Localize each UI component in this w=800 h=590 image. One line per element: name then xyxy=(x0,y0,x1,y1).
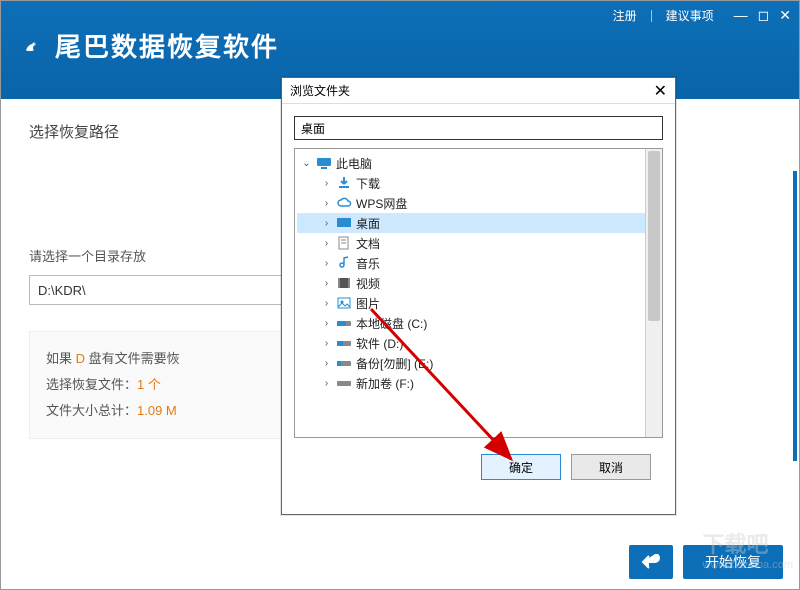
chevron-right-icon[interactable]: › xyxy=(321,298,332,309)
chevron-right-icon[interactable]: › xyxy=(321,278,332,289)
window-buttons: — ◻ ✕ xyxy=(734,7,791,24)
music-icon xyxy=(336,255,352,271)
tree-label: 图片 xyxy=(356,295,380,312)
tree-node-computer[interactable]: ⌄ 此电脑 xyxy=(297,153,660,173)
tree-node-video[interactable]: › 视频 xyxy=(297,273,660,293)
tree-label: 新加卷 (F:) xyxy=(356,375,414,392)
chevron-right-icon[interactable]: › xyxy=(321,198,332,209)
chevron-down-icon[interactable]: ⌄ xyxy=(301,158,312,169)
cancel-button[interactable]: 取消 xyxy=(571,454,651,480)
folder-tree[interactable]: ⌄ 此电脑 › 下载 › WPS网盘 › 桌面 › 文 xyxy=(294,148,663,438)
computer-icon xyxy=(316,155,332,171)
right-accent-strip xyxy=(793,171,797,461)
dialog-header: 浏览文件夹 ✕ xyxy=(282,78,675,104)
video-icon xyxy=(336,275,352,291)
chevron-right-icon[interactable]: › xyxy=(321,258,332,269)
drive-icon xyxy=(336,355,352,371)
register-link[interactable]: 注册 xyxy=(613,7,637,24)
tree-label: 备份[勿删] (E:) xyxy=(356,355,433,372)
download-icon xyxy=(336,175,352,191)
tree-node-music[interactable]: › 音乐 xyxy=(297,253,660,273)
suggestions-link[interactable]: 建议事项 xyxy=(666,7,714,24)
dialog-title: 浏览文件夹 xyxy=(290,82,350,99)
drive-icon xyxy=(336,315,352,331)
tree-label: 音乐 xyxy=(356,255,380,272)
ok-button[interactable]: 确定 xyxy=(481,454,561,480)
drive-icon xyxy=(336,375,352,391)
scrollbar-thumb[interactable] xyxy=(648,151,660,321)
menu-separator xyxy=(651,10,652,22)
dialog-footer: 确定 取消 xyxy=(294,454,663,480)
tree-node-disk-e[interactable]: › 备份[勿删] (E:) xyxy=(297,353,660,373)
maximize-icon[interactable]: ◻ xyxy=(758,7,770,24)
tree-node-disk-f[interactable]: › 新加卷 (F:) xyxy=(297,373,660,393)
chevron-right-icon[interactable]: › xyxy=(321,358,332,369)
selected-path-text: 桌面 xyxy=(301,120,325,137)
tree-node-downloads[interactable]: › 下载 xyxy=(297,173,660,193)
minimize-icon[interactable]: — xyxy=(734,7,748,24)
dialog-close-icon[interactable]: ✕ xyxy=(654,81,667,101)
chevron-right-icon[interactable]: › xyxy=(321,338,332,349)
tree-label: 文档 xyxy=(356,235,380,252)
tree-node-desktop[interactable]: › 桌面 xyxy=(297,213,660,233)
tree-label: 下载 xyxy=(356,175,380,192)
tree-label: WPS网盘 xyxy=(356,195,407,212)
desktop-icon xyxy=(336,215,352,231)
window-menu: 注册 建议事项 — ◻ ✕ xyxy=(613,7,791,24)
logo-row: 尾巴数据恢复软件 xyxy=(23,27,279,64)
document-icon xyxy=(336,235,352,251)
back-button[interactable] xyxy=(629,545,673,579)
chevron-right-icon[interactable]: › xyxy=(321,218,332,229)
start-recovery-button[interactable]: 开始恢复 xyxy=(683,545,783,579)
tree-node-documents[interactable]: › 文档 xyxy=(297,233,660,253)
path-value: D:\KDR\ xyxy=(38,283,86,298)
app-logo-icon xyxy=(23,38,39,54)
close-icon[interactable]: ✕ xyxy=(779,7,791,24)
tree-node-disk-d[interactable]: › 软件 (D:) xyxy=(297,333,660,353)
tree-label: 视频 xyxy=(356,275,380,292)
tree-label: 此电脑 xyxy=(336,155,372,172)
drive-icon xyxy=(336,335,352,351)
back-arrow-icon xyxy=(641,554,661,570)
tree-node-disk-c[interactable]: › 本地磁盘 (C:) xyxy=(297,313,660,333)
selected-path-input[interactable]: 桌面 xyxy=(294,116,663,140)
cloud-icon xyxy=(336,195,352,211)
app-title: 尾巴数据恢复软件 xyxy=(55,27,279,64)
tree-scrollbar[interactable] xyxy=(645,149,662,437)
chevron-right-icon[interactable]: › xyxy=(321,318,332,329)
footer: 开始恢复 xyxy=(1,535,799,589)
dialog-body: 桌面 ⌄ 此电脑 › 下载 › WPS网盘 › 桌面 xyxy=(282,104,675,492)
tree-label: 软件 (D:) xyxy=(356,335,403,352)
tree-node-pictures[interactable]: › 图片 xyxy=(297,293,660,313)
chevron-right-icon[interactable]: › xyxy=(321,378,332,389)
tree-label: 桌面 xyxy=(356,215,380,232)
tree-label: 本地磁盘 (C:) xyxy=(356,315,427,332)
tree-node-wps[interactable]: › WPS网盘 xyxy=(297,193,660,213)
pictures-icon xyxy=(336,295,352,311)
chevron-right-icon[interactable]: › xyxy=(321,238,332,249)
chevron-right-icon[interactable]: › xyxy=(321,178,332,189)
browse-folder-dialog: 浏览文件夹 ✕ 桌面 ⌄ 此电脑 › 下载 › WPS网盘 › xyxy=(281,77,676,515)
